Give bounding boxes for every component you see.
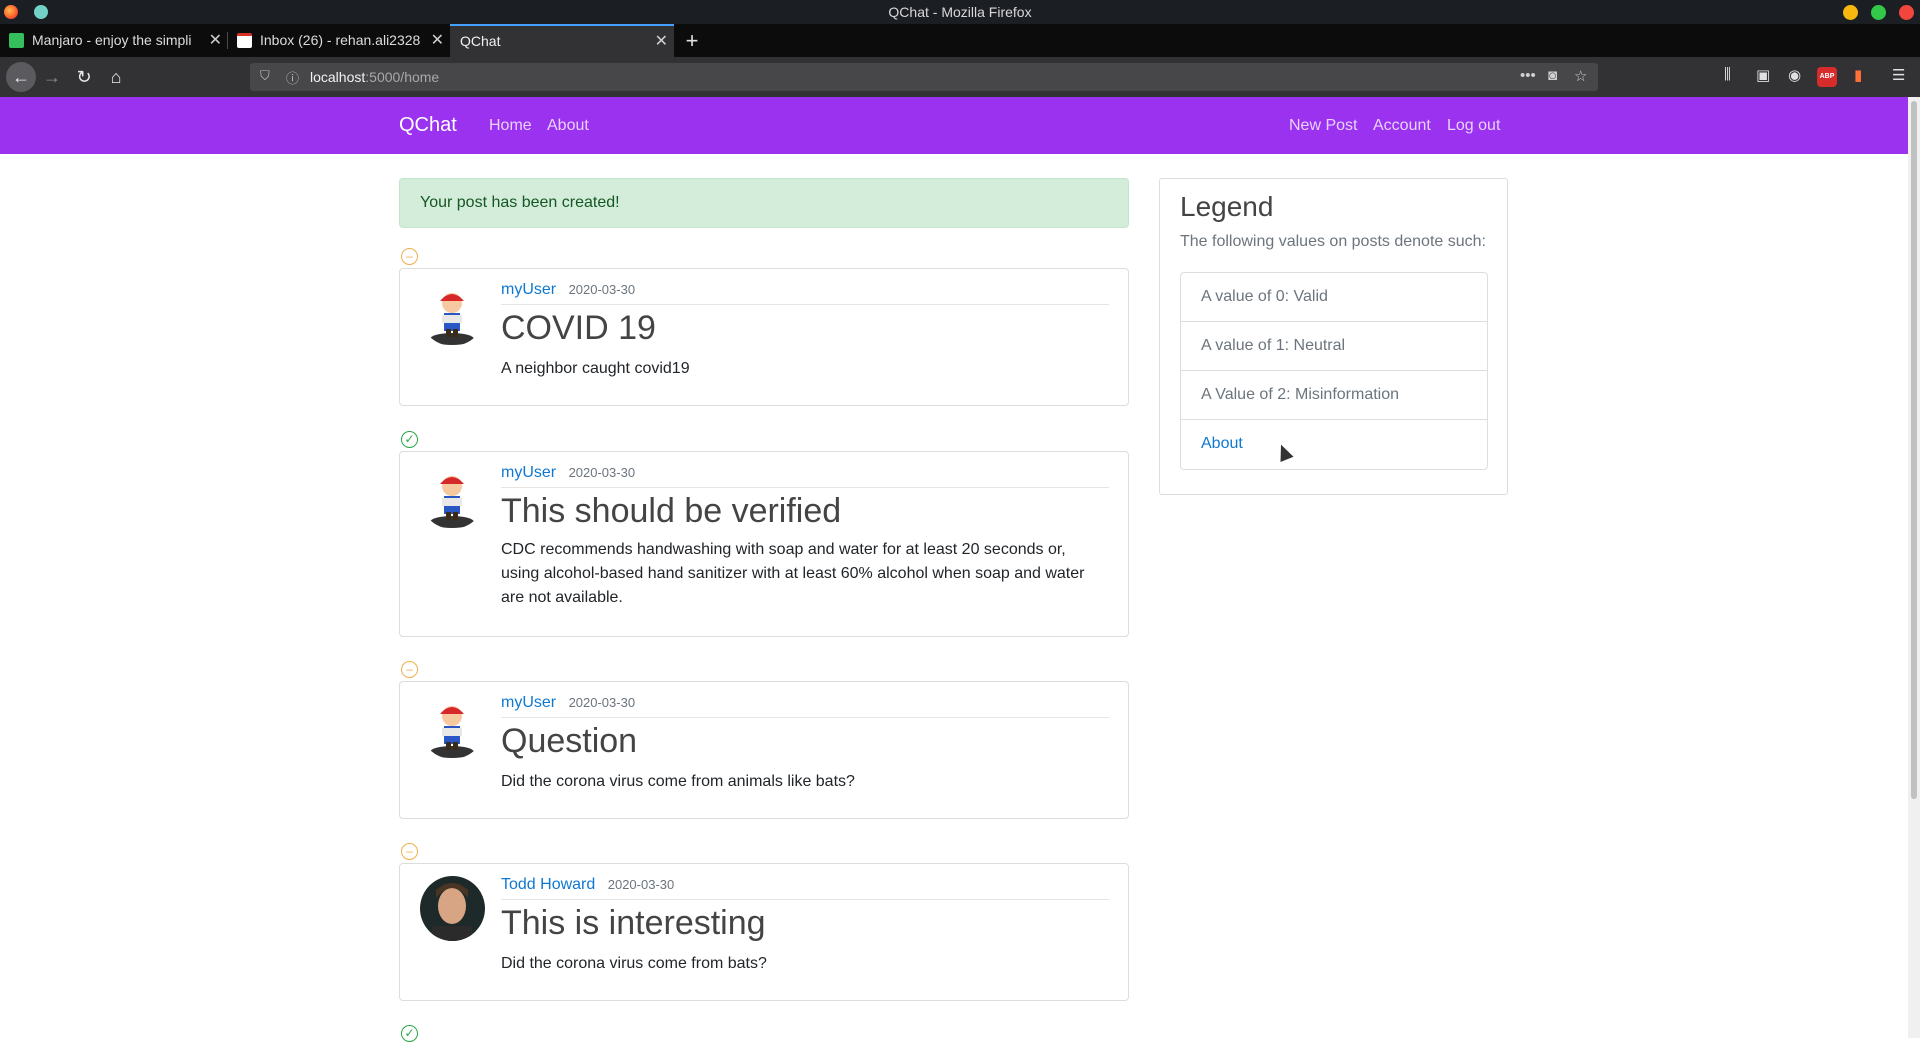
firefox-logo-icon: [4, 5, 18, 19]
minus-circle-icon: –: [401, 843, 418, 860]
post-card: myUser 2020-03-30 COVID 19 A neighbor ca…: [399, 268, 1129, 406]
info-icon[interactable]: ⓘ: [286, 68, 299, 87]
tab-manjaro[interactable]: Manjaro - enjoy the simpli ✕: [0, 24, 228, 57]
legend-item-valid: A value of 0: Valid: [1181, 273, 1487, 322]
browser-toolbar: ← → ↻ ⌂ ⛉ ⓘ localhost:5000/home ••• ◙ ☆ …: [0, 57, 1920, 97]
post-author-link[interactable]: myUser: [501, 694, 556, 711]
minus-circle-icon: –: [401, 661, 418, 678]
post-date: 2020-03-30: [568, 465, 636, 480]
legend-item-misinformation: A Value of 2: Misinformation: [1181, 371, 1487, 420]
mario-avatar[interactable]: [420, 464, 485, 529]
tab-bar: Manjaro - enjoy the simpli ✕ Inbox (26) …: [0, 24, 1920, 57]
post-meta: myUser 2020-03-30: [501, 694, 1109, 718]
post-author-link[interactable]: Todd Howard: [501, 876, 595, 893]
post-content: Did the corona virus come from animals l…: [501, 773, 855, 790]
nav-home-link[interactable]: Home: [489, 97, 532, 154]
page-actions-icon[interactable]: •••: [1520, 67, 1536, 84]
post-title[interactable]: This is interesting: [501, 904, 766, 943]
legend-about-link[interactable]: About: [1181, 420, 1487, 469]
tab-inbox[interactable]: Inbox (26) - rehan.ali2328 ✕: [228, 24, 450, 57]
person-avatar[interactable]: [420, 876, 485, 941]
check-circle-icon: ✓: [401, 431, 418, 448]
post-content: CDC recommends handwashing with soap and…: [501, 541, 1085, 606]
post-date: 2020-03-30: [568, 282, 636, 297]
post-date: 2020-03-30: [568, 695, 636, 710]
manjaro-favicon-icon: [9, 33, 24, 48]
minus-circle-icon: –: [401, 248, 418, 265]
window-titlebar: QChat - Mozilla Firefox: [0, 0, 1920, 24]
nav-account-link[interactable]: Account: [1373, 97, 1431, 154]
close-window-button[interactable]: [1899, 5, 1914, 20]
tab-label: QChat: [460, 33, 501, 49]
legend-title: Legend: [1180, 191, 1274, 222]
post-title[interactable]: COVID 19: [501, 309, 656, 348]
minimize-button[interactable]: [1843, 5, 1858, 20]
library-icon[interactable]: ⫼: [1724, 66, 1731, 83]
reload-button[interactable]: ↻: [72, 65, 96, 89]
close-tab-icon[interactable]: ✕: [431, 24, 444, 57]
mario-avatar[interactable]: [420, 694, 485, 759]
tab-label: Manjaro - enjoy the simpli: [32, 32, 192, 48]
adblock-icon[interactable]: ABP: [1817, 67, 1837, 87]
site-navbar: QChat Home About New Post Account Log ou…: [0, 97, 1908, 154]
legend-list: A value of 0: Valid A value of 1: Neutra…: [1180, 272, 1488, 470]
maximize-button[interactable]: [1871, 5, 1886, 20]
nav-logout-link[interactable]: Log out: [1447, 97, 1500, 154]
account-icon[interactable]: ◉: [1788, 66, 1801, 84]
post-date: 2020-03-30: [607, 877, 675, 892]
window-title: QChat - Mozilla Firefox: [888, 4, 1032, 20]
bookmark-star-icon[interactable]: ☆: [1574, 67, 1587, 85]
nav-about-link[interactable]: About: [547, 97, 589, 154]
page-scrollbar[interactable]: [1908, 97, 1920, 1038]
forward-button[interactable]: →: [40, 65, 64, 89]
success-alert: Your post has been created!: [399, 178, 1129, 228]
url-text[interactable]: localhost:5000/home: [310, 63, 439, 91]
scrollbar-thumb[interactable]: [1911, 101, 1917, 799]
tab-qchat[interactable]: QChat ✕: [450, 24, 674, 57]
post-content: A neighbor caught covid19: [501, 360, 690, 377]
legend-item-neutral: A value of 1: Neutral: [1181, 322, 1487, 371]
legend-subtitle: The following values on posts denote suc…: [1180, 233, 1486, 250]
shield-icon[interactable]: ⛉: [260, 68, 270, 84]
post-author-link[interactable]: myUser: [501, 464, 556, 481]
sidebar-icon[interactable]: ▣: [1756, 66, 1770, 84]
legend-card: Legend The following values on posts den…: [1159, 178, 1508, 495]
post-meta: Todd Howard 2020-03-30: [501, 876, 1109, 900]
post-card: Todd Howard 2020-03-30 This is interesti…: [399, 863, 1129, 1001]
pocket-icon[interactable]: ◙: [1548, 67, 1557, 84]
tab-label: Inbox (26) - rehan.ali2328: [260, 32, 421, 48]
url-bar[interactable]: ⛉ ⓘ localhost:5000/home ••• ◙ ☆: [250, 63, 1598, 91]
nav-new-post-link[interactable]: New Post: [1289, 97, 1357, 154]
extension-icon[interactable]: ▮: [1854, 66, 1862, 84]
new-tab-button[interactable]: +: [680, 24, 704, 57]
post-meta: myUser 2020-03-30: [501, 464, 1109, 488]
app-indicator-icon: [34, 5, 48, 19]
post-author-link[interactable]: myUser: [501, 281, 556, 298]
check-circle-icon: ✓: [401, 1025, 418, 1042]
menu-icon[interactable]: ☰: [1892, 66, 1905, 84]
post-meta: myUser 2020-03-30: [501, 281, 1109, 305]
home-button[interactable]: ⌂: [104, 65, 128, 89]
close-tab-icon[interactable]: ✕: [209, 24, 222, 57]
post-title[interactable]: This should be verified: [501, 492, 841, 531]
gmail-favicon-icon: [237, 33, 252, 48]
post-title[interactable]: Question: [501, 722, 637, 761]
post-card: myUser 2020-03-30 Question Did the coron…: [399, 681, 1129, 819]
close-tab-icon[interactable]: ✕: [655, 26, 668, 57]
back-button[interactable]: ←: [6, 62, 36, 92]
post-card: myUser 2020-03-30 This should be verifie…: [399, 451, 1129, 637]
mario-avatar[interactable]: [420, 281, 485, 346]
brand-link[interactable]: QChat: [399, 97, 457, 154]
post-content: Did the corona virus come from bats?: [501, 955, 767, 972]
